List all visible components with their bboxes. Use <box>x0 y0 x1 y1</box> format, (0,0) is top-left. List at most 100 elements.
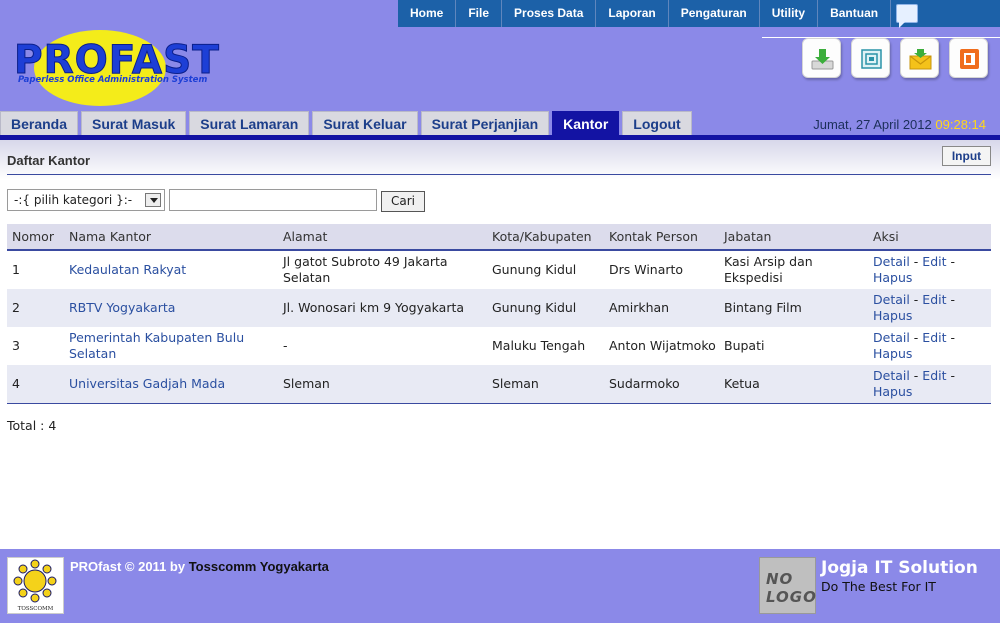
row-number: 4 <box>12 376 20 391</box>
current-date: Jumat, 27 April 2012 <box>813 117 932 132</box>
main-tabs: Beranda Surat Masuk Surat Lamaran Surat … <box>0 111 695 135</box>
detail-link[interactable]: Detail <box>873 254 910 269</box>
office-position: Bupati <box>724 338 765 353</box>
delete-link[interactable]: Hapus <box>873 270 912 285</box>
office-contact: Sudarmoko <box>609 376 680 391</box>
powerpoint-icon[interactable] <box>949 38 988 78</box>
tab-logout[interactable]: Logout <box>622 111 692 135</box>
logo-tagline: Paperless Office Administration System <box>18 75 208 85</box>
edit-link[interactable]: Edit <box>922 292 946 307</box>
office-city: Sleman <box>492 376 539 391</box>
header-alamat: Alamat <box>283 228 328 244</box>
menu-file[interactable]: File <box>456 0 503 27</box>
separator: - <box>909 292 923 307</box>
header-aksi: Aksi <box>873 228 899 244</box>
detail-link[interactable]: Detail <box>873 330 910 345</box>
detail-link[interactable]: Detail <box>873 292 910 307</box>
tosscomm-caption: TOSSCOMM <box>18 606 54 612</box>
menu-bantuan[interactable]: Bantuan <box>818 0 892 27</box>
page-title: Daftar Kantor <box>7 153 91 168</box>
menu-proses-data[interactable]: Proses Data <box>502 0 597 27</box>
profast-logo: PROFAST Paperless Office Administration … <box>10 30 250 108</box>
title-divider <box>7 174 991 175</box>
office-name-link[interactable]: Universitas Gadjah Mada <box>64 376 278 392</box>
menu-utility[interactable]: Utility <box>760 0 819 27</box>
copyright-text: PROfast © 2011 by <box>70 559 186 574</box>
edit-link[interactable]: Edit <box>922 330 946 345</box>
office-table: Nomor Nama Kantor Alamat Kota/Kabupaten … <box>7 224 991 404</box>
office-position: Ketua <box>724 376 760 391</box>
partner-title: Jogja IT Solution <box>821 558 978 578</box>
office-city: Gunung Kidul <box>492 262 577 277</box>
tab-surat-masuk[interactable]: Surat Masuk <box>81 111 187 135</box>
chevron-down-icon[interactable] <box>145 193 161 207</box>
row-number: 3 <box>12 338 20 353</box>
separator: - <box>909 254 923 269</box>
office-position: Kasi Arsip dan Ekspedisi <box>724 254 813 285</box>
delete-link[interactable]: Hapus <box>873 308 912 323</box>
table-row: 1 Kedaulatan Rakyat Jl gatot Subroto 49 … <box>7 251 991 289</box>
detail-link[interactable]: Detail <box>873 368 910 383</box>
edit-link[interactable]: Edit <box>922 254 946 269</box>
row-actions: Detail - Edit - Hapus <box>868 368 991 400</box>
office-position: Bintang Film <box>724 300 802 315</box>
office-name-link[interactable]: RBTV Yogyakarta <box>64 300 278 316</box>
delete-link[interactable]: Hapus <box>873 346 912 361</box>
office-address: Sleman <box>283 376 330 391</box>
table-row: 2 RBTV Yogyakarta Jl. Wonosari km 9 Yogy… <box>7 289 991 327</box>
header-jabatan: Jabatan <box>724 228 772 244</box>
archive-icon[interactable] <box>851 38 890 78</box>
menu-laporan[interactable]: Laporan <box>596 0 669 27</box>
table-row: 4 Universitas Gadjah Mada Sleman Sleman … <box>7 365 991 403</box>
input-button[interactable]: Input <box>942 146 991 166</box>
delete-link[interactable]: Hapus <box>873 384 912 399</box>
category-select[interactable]: -:{ pilih kategori }:- <box>7 189 165 211</box>
edit-link[interactable]: Edit <box>922 368 946 383</box>
nologo-bottom-text: LOGO <box>766 588 817 606</box>
no-logo-image: NO LOGO <box>759 557 816 614</box>
partner-tagline: Do The Best For IT <box>821 579 936 594</box>
download-icon[interactable] <box>802 38 841 78</box>
table-header-row: Nomor Nama Kantor Alamat Kota/Kabupaten … <box>7 224 991 251</box>
tosscomm-logo: TOSSCOMM <box>7 557 64 614</box>
table-row: 3 Pemerintah Kabupaten Bulu Selatan - Ma… <box>7 327 991 365</box>
nologo-top-text: NO <box>766 570 794 588</box>
office-contact: Anton Wijatmoko <box>609 338 716 353</box>
separator: - <box>946 368 955 383</box>
help-bubble-icon[interactable] <box>893 3 919 28</box>
row-number: 1 <box>12 262 20 277</box>
office-address: Jl. Wonosari km 9 Yogyakarta <box>283 300 465 315</box>
footer: TOSSCOMM PROfast © 2011 by Tosscomm Yogy… <box>0 549 1000 623</box>
header-nomor: Nomor <box>12 228 54 244</box>
tab-surat-lamaran[interactable]: Surat Lamaran <box>189 111 310 135</box>
header-nama-kantor: Nama Kantor <box>69 228 152 244</box>
tab-beranda[interactable]: Beranda <box>0 111 79 135</box>
row-actions: Detail - Edit - Hapus <box>868 254 991 286</box>
separator: - <box>946 254 955 269</box>
separator: - <box>946 330 955 345</box>
footer-copyright: PROfast © 2011 by Tosscomm Yogyakarta <box>70 559 329 574</box>
header-kontak: Kontak Person <box>609 228 698 244</box>
tab-kantor[interactable]: Kantor <box>552 111 620 135</box>
menu-pengaturan[interactable]: Pengaturan <box>669 0 760 27</box>
office-address: Jl gatot Subroto 49 Jakarta Selatan <box>283 254 448 285</box>
office-city: Maluku Tengah <box>492 338 586 353</box>
search-button[interactable]: Cari <box>381 191 425 212</box>
separator: - <box>946 292 955 307</box>
separator: - <box>909 368 923 383</box>
tab-surat-keluar[interactable]: Surat Keluar <box>312 111 418 135</box>
row-actions: Detail - Edit - Hapus <box>868 330 991 362</box>
office-contact: Amirkhan <box>609 300 670 315</box>
mail-icon[interactable] <box>900 38 939 78</box>
office-city: Gunung Kidul <box>492 300 577 315</box>
office-name-link[interactable]: Pemerintah Kabupaten Bulu Selatan <box>64 330 278 362</box>
current-time: 09:28:14 <box>935 117 986 132</box>
tab-surat-perjanjian[interactable]: Surat Perjanjian <box>420 111 550 135</box>
row-number: 2 <box>12 300 20 315</box>
office-name-link[interactable]: Kedaulatan Rakyat <box>64 262 278 278</box>
header: Home File Proses Data Laporan Pengaturan… <box>0 0 1000 140</box>
menu-home[interactable]: Home <box>398 0 457 27</box>
search-input[interactable] <box>169 189 377 211</box>
office-contact: Drs Winarto <box>609 262 684 277</box>
row-actions: Detail - Edit - Hapus <box>868 292 991 324</box>
